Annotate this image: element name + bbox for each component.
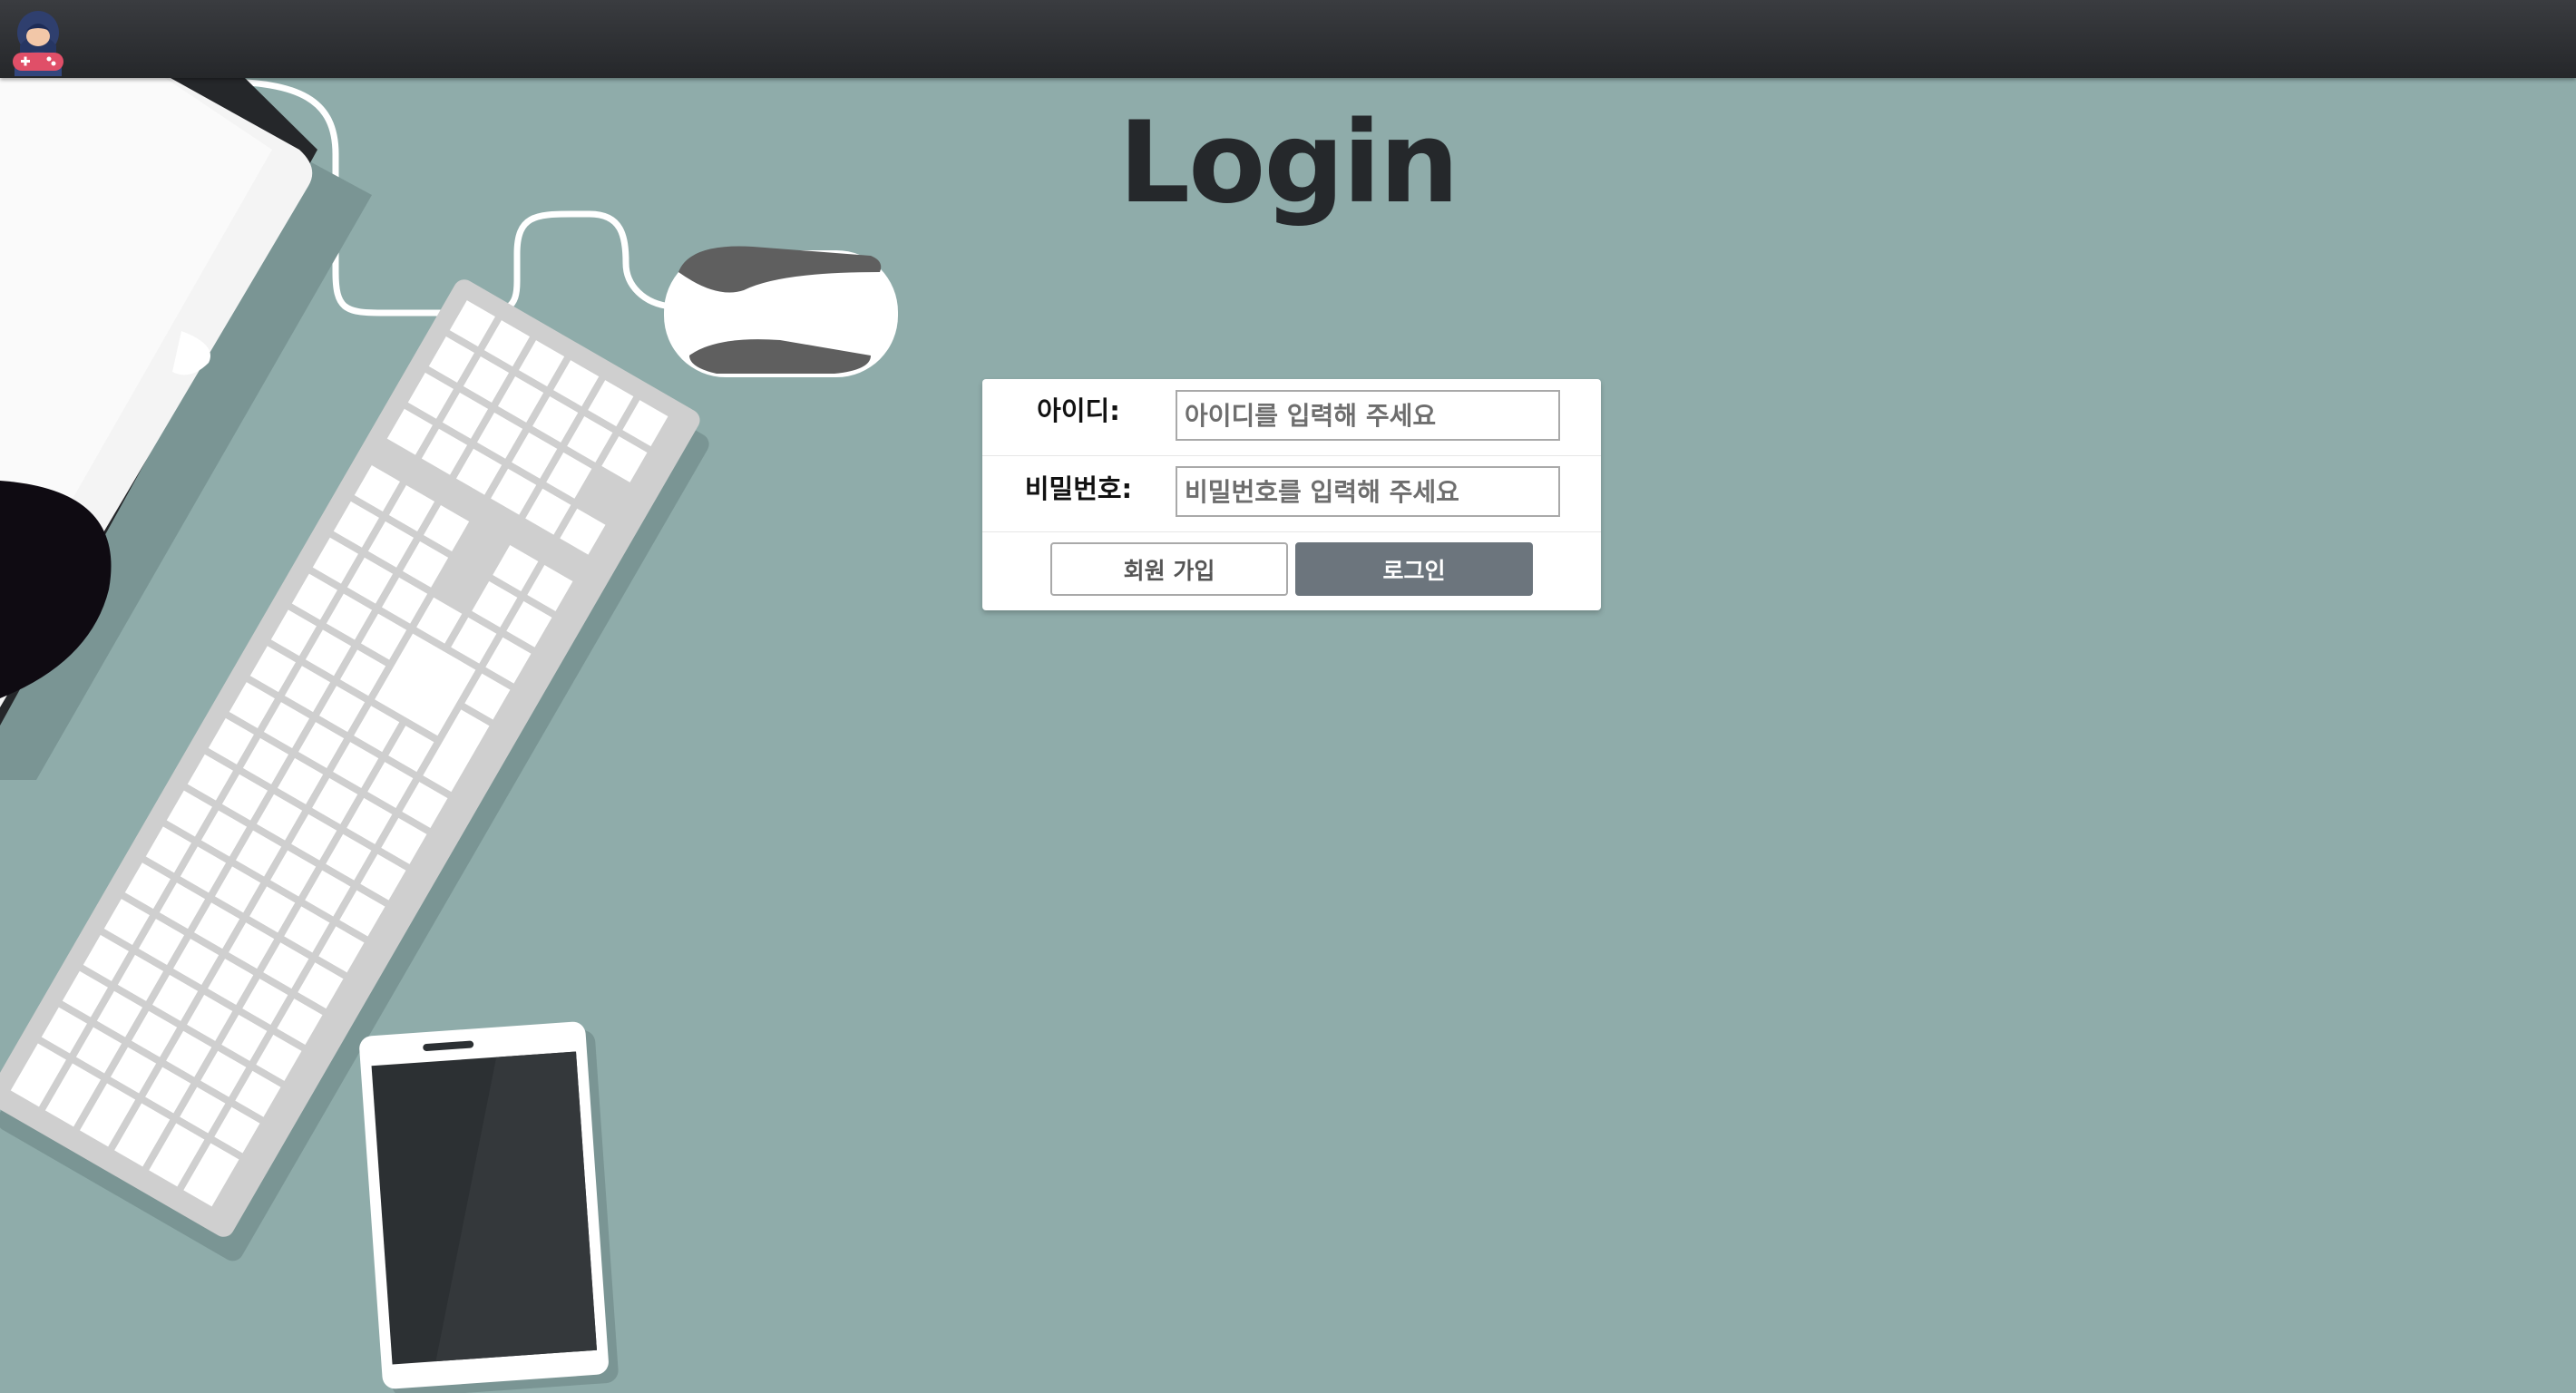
gamer-avatar-icon[interactable] <box>5 5 69 76</box>
login-form: 아이디: 비밀번호: 회원 가입 로그인 <box>982 379 1601 610</box>
login-button[interactable]: 로그인 <box>1295 542 1533 596</box>
password-input[interactable] <box>1176 466 1560 517</box>
top-bar <box>0 0 2576 78</box>
page-title: Login <box>1118 98 1459 229</box>
password-label: 비밀번호: <box>1024 473 1133 504</box>
password-row: 비밀번호: <box>982 455 1601 532</box>
signup-button[interactable]: 회원 가입 <box>1050 542 1288 596</box>
mouse-illustration <box>664 246 898 377</box>
id-label: 아이디: <box>1037 395 1120 426</box>
id-input[interactable] <box>1176 390 1560 441</box>
desk-illustration <box>0 78 898 1393</box>
id-row: 아이디: <box>982 379 1601 456</box>
smartphone-illustration <box>359 1021 619 1393</box>
